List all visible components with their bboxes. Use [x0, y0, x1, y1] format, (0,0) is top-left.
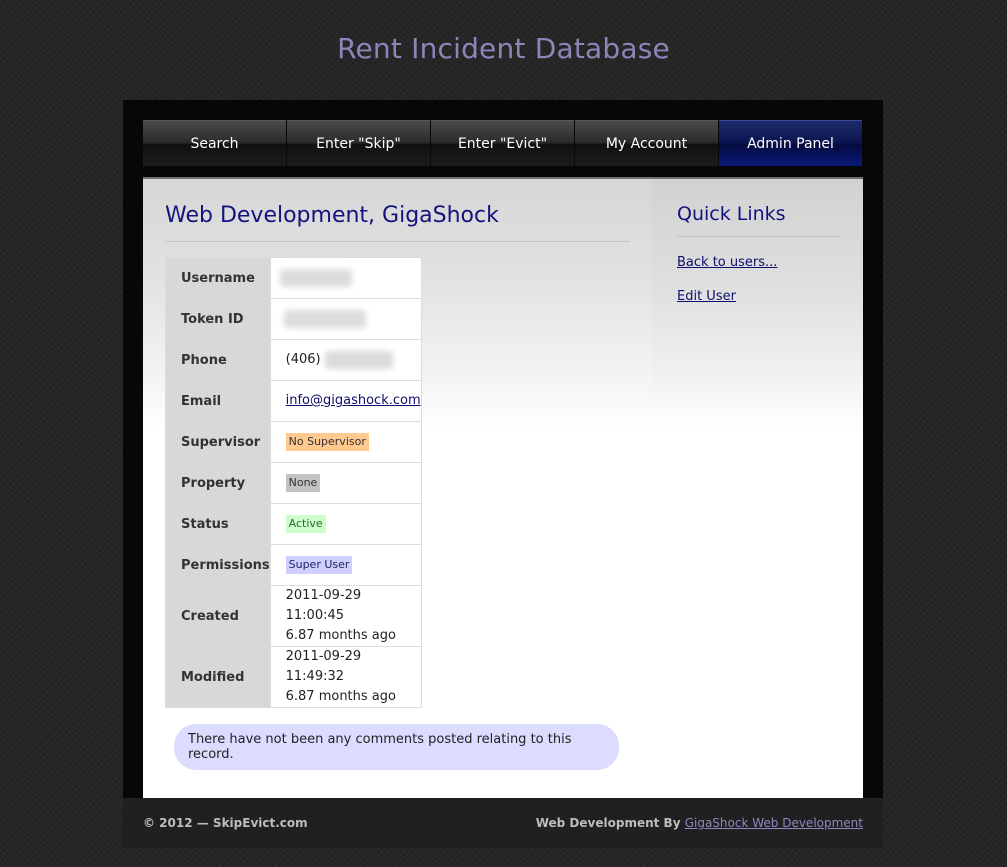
status-value: Active [269, 503, 423, 545]
supervisor-label: Supervisor [165, 421, 271, 463]
page-title: Web Development, GigaShock [165, 203, 630, 242]
username-value [269, 257, 423, 299]
modified-value: 2011-09-29 11:49:32 6.87 months ago [269, 646, 423, 708]
permissions-value: Super User [269, 544, 423, 586]
table-row: Phone (406) [165, 339, 423, 381]
main-column: Web Development, GigaShock Username Toke… [165, 179, 630, 770]
table-row: Token ID [165, 298, 423, 340]
footer-credit-prefix: Web Development By [535, 816, 681, 830]
created-label: Created [165, 585, 271, 647]
created-date: 2011-09-29 11:00:45 [285, 588, 362, 623]
supervisor-badge: No Supervisor [285, 433, 369, 451]
phone-label: Phone [165, 339, 271, 381]
property-label: Property [165, 462, 271, 504]
comments-notice: There have not been any comments posted … [174, 724, 619, 770]
main-nav: Search Enter "Skip" Enter "Evict" My Acc… [143, 120, 863, 166]
page-frame: Search Enter "Skip" Enter "Evict" My Acc… [123, 100, 883, 848]
redacted-username [279, 268, 352, 287]
permissions-badge: Super User [285, 556, 353, 574]
tab-my-account[interactable]: My Account [575, 120, 718, 166]
table-row: Email info@gigashock.com [165, 380, 423, 422]
created-value: 2011-09-29 11:00:45 6.87 months ago [269, 585, 423, 647]
redacted-token [283, 309, 366, 328]
email-link[interactable]: info@gigashock.com [286, 393, 421, 408]
phone-value: (406) [269, 339, 423, 381]
property-badge: None [285, 474, 321, 492]
supervisor-value: No Supervisor [269, 421, 423, 463]
created-ago: 6.87 months ago [285, 628, 396, 643]
footer-credit-link[interactable]: GigaShock Web Development [685, 816, 863, 830]
tab-enter-skip[interactable]: Enter "Skip" [287, 120, 430, 166]
tab-admin-panel[interactable]: Admin Panel [719, 120, 862, 166]
permissions-label: Permissions [165, 544, 271, 586]
table-row: Property None [165, 462, 423, 504]
redacted-phone [324, 350, 393, 369]
email-label: Email [165, 380, 271, 422]
edit-user-link[interactable]: Edit User [677, 289, 841, 304]
token-id-label: Token ID [165, 298, 271, 340]
quick-links-title: Quick Links [677, 203, 841, 237]
tab-search[interactable]: Search [143, 120, 286, 166]
status-label: Status [165, 503, 271, 545]
modified-label: Modified [165, 646, 271, 708]
table-row: Permissions Super User [165, 544, 423, 586]
table-row: Supervisor No Supervisor [165, 421, 423, 463]
username-label: Username [165, 257, 271, 299]
site-title: Rent Incident Database [337, 32, 670, 65]
table-row: Created 2011-09-29 11:00:45 6.87 months … [165, 585, 423, 647]
user-details-table: Username Token ID Phone (406) Email info… [165, 257, 423, 708]
quick-links-sidebar: Quick Links Back to users... Edit User [677, 179, 841, 304]
modified-ago: 6.87 months ago [285, 689, 396, 704]
footer-credit: Web Development By GigaShock Web Develop… [536, 816, 863, 830]
status-badge: Active [285, 515, 326, 533]
phone-area-code: (406) [285, 352, 321, 367]
token-id-value [269, 298, 423, 340]
modified-date: 2011-09-29 11:49:32 [285, 649, 362, 684]
footer-copyright: © 2012 — SkipEvict.com [143, 816, 308, 830]
property-value: None [269, 462, 423, 504]
email-value: info@gigashock.com [269, 380, 423, 422]
table-row: Modified 2011-09-29 11:49:32 6.87 months… [165, 646, 423, 708]
tab-enter-evict[interactable]: Enter "Evict" [431, 120, 574, 166]
table-row: Status Active [165, 503, 423, 545]
back-to-users-link[interactable]: Back to users... [677, 255, 841, 270]
table-row: Username [165, 257, 423, 299]
content-panel: Web Development, GigaShock Username Toke… [143, 177, 863, 798]
